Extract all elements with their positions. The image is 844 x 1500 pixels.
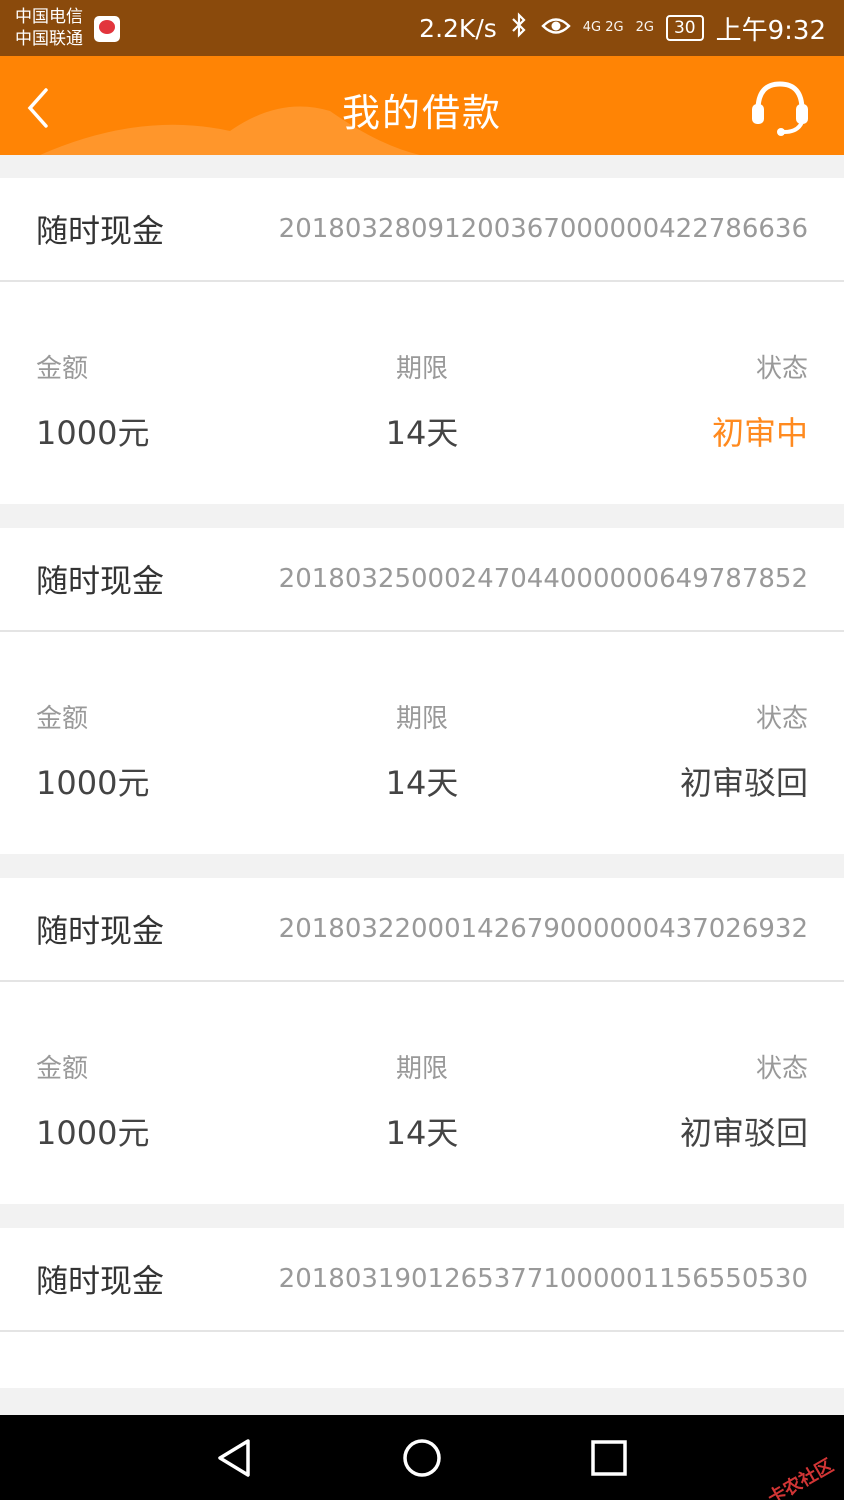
nav-home-button[interactable] [397, 1435, 447, 1481]
loan-card-body: 金额 1000元 期限 14天 状态 初审中 [0, 282, 844, 504]
battery-indicator: 30 [665, 15, 704, 41]
net-speed: 2.2K/s [419, 13, 497, 43]
carrier-1: 中国电信 [15, 7, 83, 27]
nav-back-button[interactable] [210, 1435, 260, 1481]
eye-icon [541, 14, 571, 43]
term-label: 期限 [395, 704, 449, 734]
amount-label: 金额 [36, 1054, 89, 1084]
amount-value: 1000元 [36, 1114, 150, 1152]
nav-recent-button[interactable] [584, 1435, 634, 1481]
page-title: 我的借款 [341, 91, 502, 135]
product-name: 随时现金 [36, 1262, 165, 1300]
order-number: 20180328091200367000000422786636 [278, 214, 808, 244]
status-label: 状态 [755, 354, 808, 384]
triangle-back-icon [218, 1439, 250, 1477]
status-value: 初审驳回 [679, 764, 808, 802]
amount-label: 金额 [36, 354, 89, 384]
loan-card-body: 金额 1000元 期限 14天 状态 初审驳回 [0, 982, 844, 1204]
app-notification-icon [94, 16, 120, 42]
signal-indicator-1: 4G 2G [582, 20, 624, 35]
loan-card-header: 随时现金 20180325000247044000000649787852 [0, 528, 844, 632]
order-number: 20180322000142679000000437026932 [278, 914, 808, 944]
app-header: 我的借款 [0, 56, 844, 155]
term-value: 14天 [385, 764, 459, 802]
loan-card[interactable]: 随时现金 20180325000247044000000649787852 金额… [0, 528, 844, 854]
term-value: 14天 [385, 1114, 459, 1152]
circle-home-icon [403, 1439, 441, 1477]
loan-card-body: 金额 1000元 期限 14天 状态 初审驳回 [0, 632, 844, 854]
status-label: 状态 [755, 704, 808, 734]
amount-value: 1000元 [36, 764, 150, 802]
watermark-logo: 卡农社区 [764, 1455, 838, 1500]
status-indicators: 2.2K/s 4G 2G 2G 30 上午9:32 [419, 12, 826, 46]
loan-card-header: 随时现金 20180322000142679000000437026932 [0, 878, 844, 982]
amount-label: 金额 [36, 704, 89, 734]
loan-list: 随时现金 20180328091200367000000422786636 金额… [0, 178, 844, 1412]
bluetooth-icon [509, 12, 529, 44]
product-name: 随时现金 [36, 562, 165, 600]
square-recent-icon [591, 1440, 627, 1476]
loan-card-header: 随时现金 20180319012653771000001156550530 [0, 1228, 844, 1332]
amount-value: 1000元 [36, 414, 150, 452]
signal-indicator-2: 2G [635, 20, 654, 35]
loan-card[interactable]: 随时现金 20180328091200367000000422786636 金额… [0, 178, 844, 504]
loan-card[interactable]: 随时现金 20180319012653771000001156550530 [0, 1228, 844, 1388]
carrier-info: 中国电信 中国联通 [15, 6, 83, 50]
clock: 上午9:32 [715, 15, 826, 46]
term-label: 期限 [395, 354, 449, 384]
order-number: 20180325000247044000000649787852 [278, 564, 808, 594]
headset-icon [752, 81, 808, 136]
system-nav-bar: 卡农社区 [0, 1415, 844, 1500]
status-bar: 中国电信 中国联通 2.2K/s 4G 2G 2G 30 上午9:32 [0, 0, 844, 56]
term-label: 期限 [395, 1054, 449, 1084]
loan-card-body [0, 1332, 844, 1388]
order-number: 20180319012653771000001156550530 [278, 1264, 808, 1294]
customer-service-button[interactable] [748, 76, 812, 136]
product-name: 随时现金 [36, 212, 165, 250]
status-value: 初审驳回 [679, 1114, 808, 1152]
loan-card-header: 随时现金 20180328091200367000000422786636 [0, 178, 844, 282]
term-value: 14天 [385, 414, 459, 452]
status-label: 状态 [755, 1054, 808, 1084]
product-name: 随时现金 [36, 912, 165, 950]
status-value: 初审中 [711, 414, 808, 452]
loan-card[interactable]: 随时现金 20180322000142679000000437026932 金额… [0, 878, 844, 1204]
carrier-2: 中国联通 [15, 29, 83, 49]
